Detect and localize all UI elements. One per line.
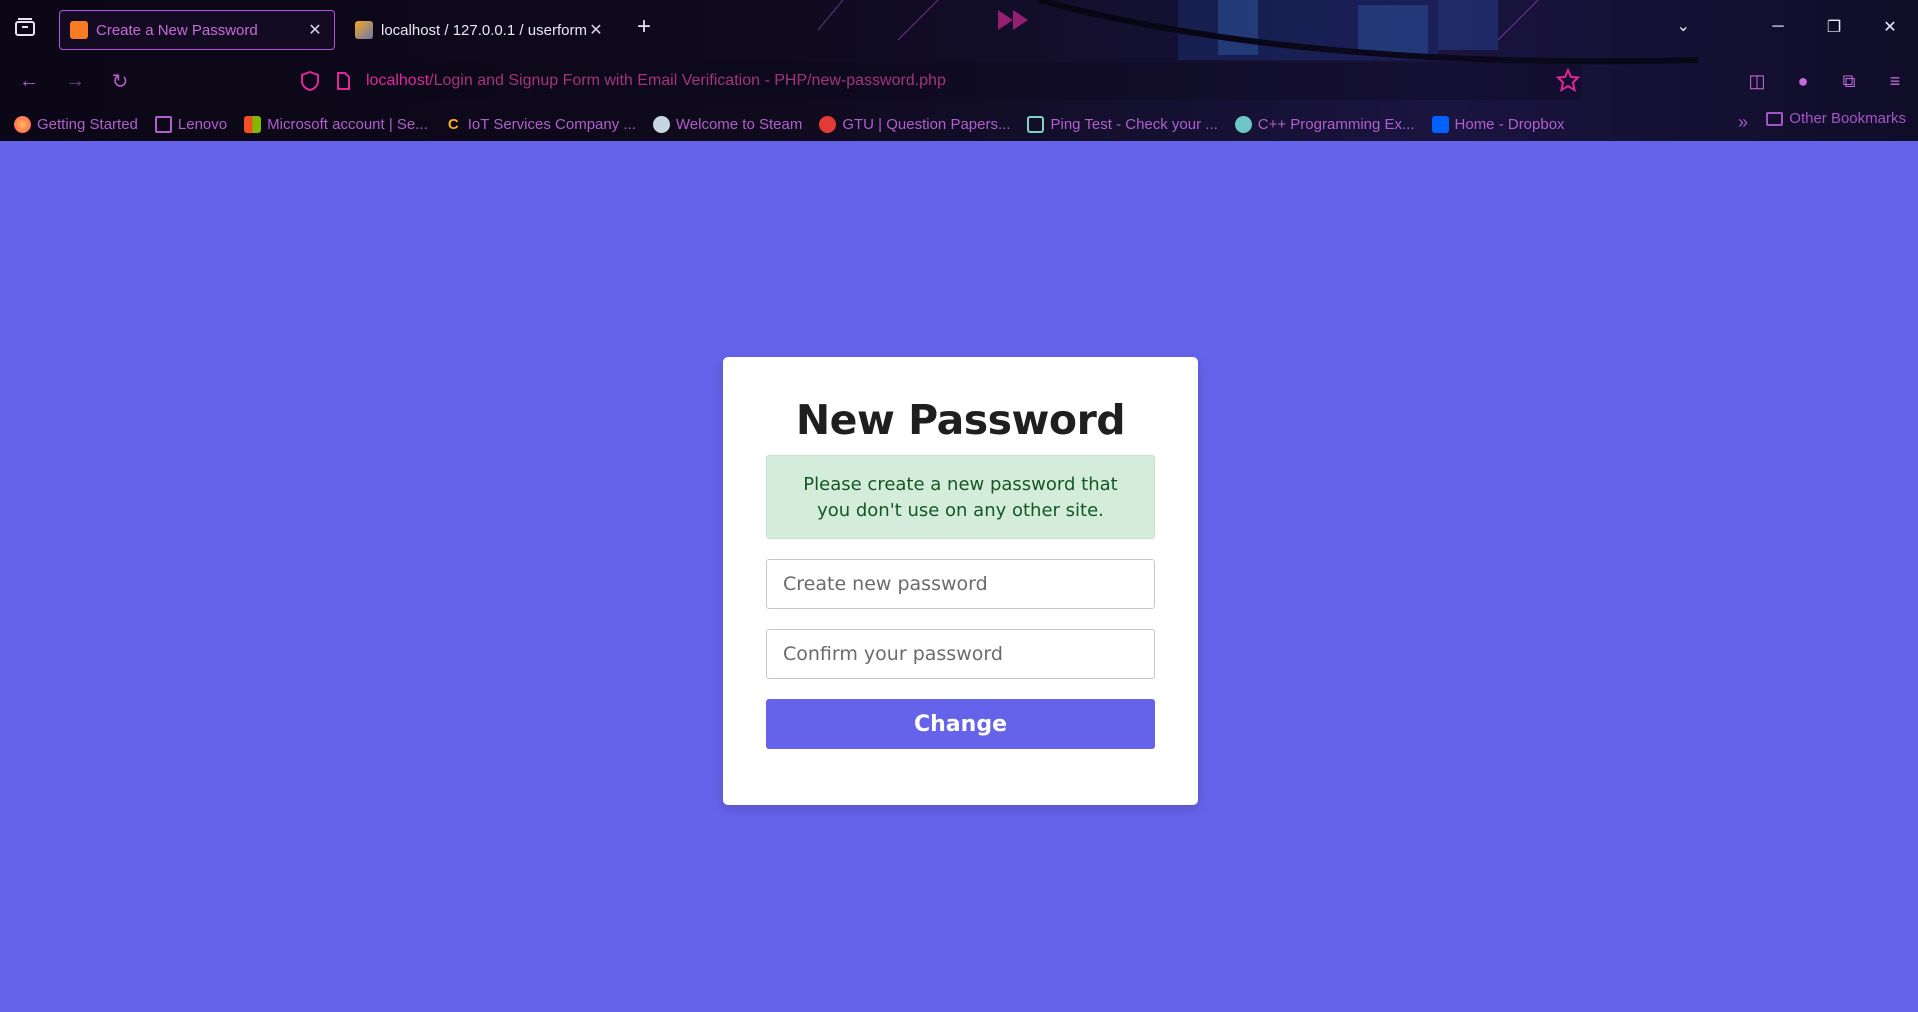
dropbox-icon (1431, 115, 1449, 133)
bookmark-label: Microsoft account | Se... (267, 115, 428, 133)
close-tab-icon[interactable]: ✕ (587, 21, 605, 39)
bookmark-getting-started[interactable]: Getting Started (14, 115, 138, 133)
steam-icon (652, 115, 670, 133)
list-all-tabs-chevron-icon[interactable]: ⌄ (1677, 16, 1690, 36)
bookmark-star-icon[interactable] (1556, 68, 1580, 92)
bookmark-dropbox[interactable]: Home - Dropbox (1431, 115, 1565, 133)
bookmark-label: GTU | Question Papers... (842, 115, 1011, 133)
bookmark-label: Ping Test - Check your ... (1050, 115, 1218, 133)
info-alert: Please create a new password that you do… (766, 455, 1155, 539)
tab-create-new-password[interactable]: Create a New Password ✕ (59, 10, 335, 50)
c-logo-icon: C (447, 115, 459, 133)
folder-icon (154, 115, 172, 133)
bookmark-ping-test[interactable]: Ping Test - Check your ... (1027, 115, 1218, 133)
close-window-icon[interactable]: ✕ (1862, 10, 1918, 44)
reload-icon[interactable]: ↻ (107, 68, 133, 94)
firefox-icon (14, 115, 31, 133)
bookmark-label: Home - Dropbox (1454, 115, 1565, 133)
microsoft-icon (244, 115, 262, 133)
bookmark-label: C++ Programming Ex... (1257, 115, 1415, 133)
tab-title: Create a New Password (96, 21, 258, 39)
confirm-password-input[interactable] (766, 629, 1155, 679)
xampp-icon (70, 21, 88, 39)
tab-bar: Create a New Password ✕ localhost / 127.… (0, 0, 1918, 55)
page-title: New Password (795, 396, 1126, 444)
browser-chrome: Create a New Password ✕ localhost / 127.… (0, 0, 1918, 141)
address-bar[interactable]: localhost /Login and Signup Form with Em… (292, 62, 1582, 100)
bookmark-label: IoT Services Company ... (467, 115, 636, 133)
extensions-icon[interactable]: ⧉ (1826, 68, 1872, 94)
bookmark-lenovo[interactable]: Lenovo (154, 115, 228, 133)
folder-icon (1766, 111, 1784, 126)
forward-arrow-icon[interactable]: → (62, 68, 88, 94)
new-password-form: New Password Please create a new passwor… (723, 357, 1198, 805)
minimize-icon[interactable]: ─ (1750, 10, 1806, 44)
window-controls: ─ ❐ ✕ (1750, 10, 1918, 44)
tab-phpmyadmin[interactable]: localhost / 127.0.0.1 / userform ✕ (345, 10, 615, 50)
bookmark-gtu[interactable]: GTU | Question Papers... (819, 115, 1011, 133)
chip-icon (1027, 115, 1045, 133)
page-viewport: New Password Please create a new passwor… (0, 141, 1918, 1012)
pocket-icon[interactable]: ◫ (1734, 68, 1780, 94)
cpp-icon (1234, 115, 1252, 133)
bookmarks-overflow-icon[interactable]: » (1738, 112, 1748, 133)
bookmark-steam[interactable]: Welcome to Steam (652, 115, 803, 133)
bookmark-iot-services[interactable]: C IoT Services Company ... (445, 116, 636, 133)
change-button[interactable]: Change (766, 699, 1155, 749)
bookmark-label: Welcome to Steam (675, 115, 803, 133)
bookmark-microsoft[interactable]: Microsoft account | Se... (244, 115, 428, 133)
nav-bar: ← → ↻ localhost /Login and Signup Form w… (0, 60, 1918, 102)
account-icon[interactable]: ● (1780, 68, 1826, 94)
toolbar-icons: ◫ ● ⧉ ≡ (1734, 68, 1918, 94)
page-icon[interactable] (334, 72, 352, 90)
bookmark-label: Getting Started (37, 115, 138, 133)
restore-icon[interactable]: ❐ (1806, 10, 1862, 44)
back-arrow-icon[interactable]: ← (16, 68, 42, 94)
url-host: localhost (366, 72, 430, 89)
new-password-input[interactable] (766, 559, 1155, 609)
close-tab-icon[interactable]: ✕ (306, 21, 324, 39)
url-path: /Login and Signup Form with Email Verifi… (429, 72, 946, 89)
bookmark-label: Lenovo (177, 115, 228, 133)
tab-title: localhost / 127.0.0.1 / userform (381, 21, 587, 39)
shield-icon[interactable] (300, 71, 320, 91)
phpmyadmin-icon (355, 21, 373, 39)
menu-icon[interactable]: ≡ (1872, 68, 1918, 94)
gtu-icon (819, 115, 837, 133)
other-bookmarks-label: Other Bookmarks (1789, 110, 1906, 127)
bookmarks-toolbar: Getting Started Lenovo Microsoft account… (0, 110, 1918, 138)
new-tab-button[interactable]: + (632, 15, 656, 40)
tab-list-icon[interactable] (12, 14, 38, 40)
bookmark-cpp[interactable]: C++ Programming Ex... (1234, 115, 1415, 133)
other-bookmarks[interactable]: Other Bookmarks (1766, 110, 1906, 127)
